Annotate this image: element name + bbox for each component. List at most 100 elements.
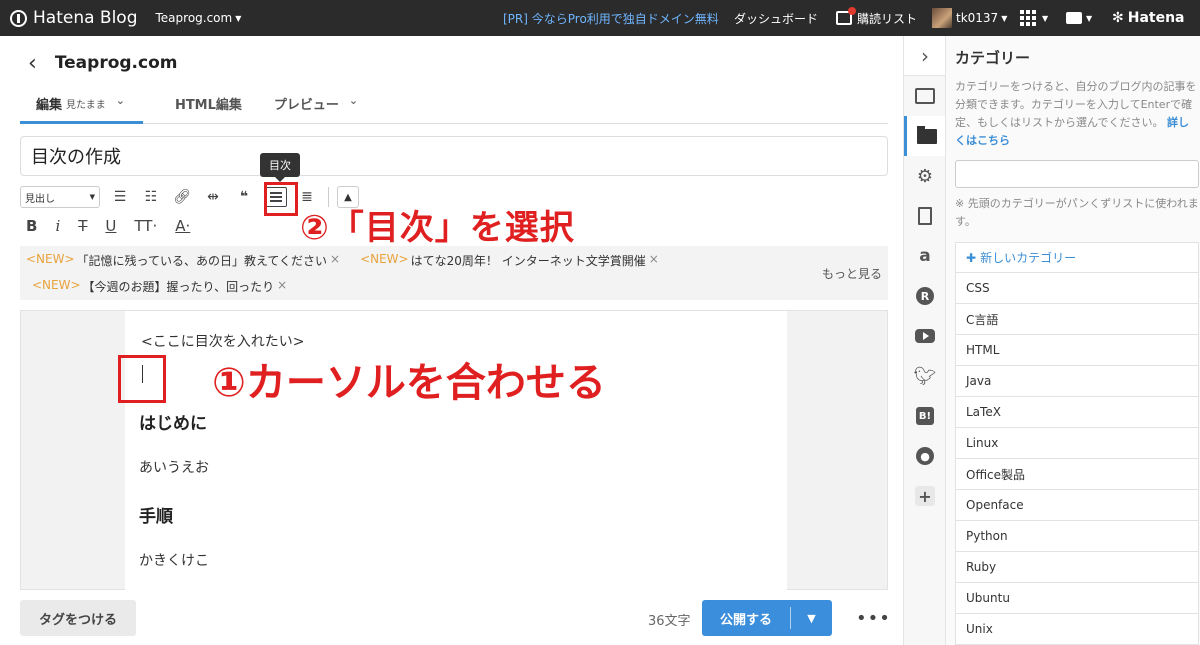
title-input[interactable]: 目次の作成: [20, 136, 888, 176]
format-toolbar-secondary: B i T U TT· A·: [20, 214, 202, 238]
tab-edit[interactable]: 編集 見たまま ⌄: [20, 88, 143, 124]
notice-item-3[interactable]: 【今週のお題】握ったり、回ったり: [83, 278, 275, 295]
notification-dot: [848, 7, 856, 15]
chevron-down-icon: ⌄: [348, 94, 359, 107]
hatena-blog-logo[interactable]: Hatena Blog: [10, 8, 138, 28]
bottom-bar: タグをつける 36文字 公開する ▼ •••: [20, 600, 891, 636]
category-item[interactable]: Ubuntu: [955, 583, 1199, 614]
editor-header: ‹ Teaprog.com: [20, 50, 177, 76]
plus-icon: ✚: [966, 250, 977, 265]
tab-html[interactable]: HTML編集: [175, 88, 242, 124]
category-item[interactable]: Python: [955, 521, 1199, 552]
category-panel: カテゴリー カテゴリーをつけると、自分のブログ内の記事を分類できます。カテゴリー…: [945, 36, 1200, 645]
twitter-icon[interactable]: 🐦︎: [904, 356, 946, 396]
heading-select-value: 見出し: [25, 193, 55, 205]
hatena-blog-icon: [10, 9, 27, 27]
hatena-logo-text: Hatena: [1127, 10, 1185, 26]
caret-down-icon: ▼: [1042, 13, 1049, 23]
category-item[interactable]: Ruby: [955, 552, 1199, 583]
folder-icon[interactable]: [904, 116, 946, 156]
more-link[interactable]: もっと見る: [822, 265, 882, 282]
reader-link[interactable]: 購読リスト: [836, 7, 918, 27]
reader-icon: [836, 7, 856, 25]
category-item[interactable]: LaTeX: [955, 397, 1199, 428]
amazon-icon[interactable]: a: [904, 236, 946, 276]
tab-preview-label: プレビュー: [273, 98, 339, 113]
hatena-bookmark-icon[interactable]: B!: [904, 396, 946, 436]
rakuten-icon[interactable]: R: [904, 276, 946, 316]
comment-bubble-icon[interactable]: [1066, 12, 1082, 24]
global-header: Hatena Blog Teaprog.com ▼ [PR] 今ならPro利用で独…: [0, 0, 1200, 36]
user-menu[interactable]: tk0137 ▼: [932, 8, 1007, 28]
blog-switcher-label: Teaprog.com: [155, 11, 233, 25]
category-item[interactable]: Unix: [955, 614, 1199, 645]
notice-item-1[interactable]: 「記憶に残っている、あの日」教えてください: [77, 252, 327, 269]
blog-switcher[interactable]: Teaprog.com ▼: [156, 11, 242, 25]
heading-select[interactable]: 見出し ▼: [20, 186, 100, 208]
bullet-list-icon[interactable]: ☰: [109, 186, 131, 208]
chevron-down-icon[interactable]: ▼: [791, 612, 832, 625]
text-color-icon[interactable]: A·: [175, 217, 190, 235]
caret-down-icon: ▼: [1086, 13, 1093, 23]
toc-tooltip: 目次: [260, 153, 300, 182]
category-input[interactable]: [955, 160, 1199, 188]
publish-button[interactable]: 公開する ▼: [702, 600, 832, 636]
more-options-icon[interactable]: •••: [856, 608, 891, 629]
heading-intro: はじめに: [139, 414, 207, 434]
cursor-highlight-box: [118, 355, 166, 403]
paragraph-2: かきくけこ: [139, 553, 209, 569]
hatena-logo[interactable]: ✻ Hatena: [1112, 10, 1185, 26]
horizontal-rule-icon[interactable]: ⇹: [202, 186, 224, 208]
dashboard-link[interactable]: ダッシュボード: [734, 10, 818, 27]
gear-icon[interactable]: ⚙: [904, 156, 946, 196]
caret-down-icon: ▼: [1001, 13, 1008, 23]
category-list: ✚ 新しいカテゴリー CSS C言語 HTML Java LaTeX Linux…: [955, 242, 1199, 645]
tab-preview[interactable]: プレビュー ⌄: [274, 88, 358, 124]
bold-icon[interactable]: B: [26, 217, 37, 235]
category-item[interactable]: C言語: [955, 304, 1199, 335]
category-item[interactable]: Java: [955, 366, 1199, 397]
add-tag-button[interactable]: タグをつける: [20, 600, 136, 636]
image-icon[interactable]: [904, 76, 946, 116]
char-count: 36文字: [648, 614, 691, 629]
side-rail: › ⚙ a R 🐦︎ B! ● +: [903, 36, 946, 645]
edit-mode-label: 見たまま: [66, 100, 106, 111]
document-icon[interactable]: [904, 196, 946, 236]
annotation-step2: ②「目次」を選択: [300, 208, 575, 248]
annotation-step1: ①カーソルを合わせる: [212, 360, 606, 406]
category-item[interactable]: Openface: [955, 490, 1199, 521]
apps-grid-icon[interactable]: [1020, 10, 1036, 26]
back-arrow-icon[interactable]: ‹: [28, 51, 37, 76]
strikethrough-icon[interactable]: T: [78, 217, 87, 235]
github-icon[interactable]: ●: [904, 436, 946, 476]
notice-item-2[interactable]: はてな20周年！ インターネット文学賞開催: [411, 252, 646, 269]
caret-down-icon: ▼: [89, 193, 95, 201]
close-icon[interactable]: ×: [649, 252, 659, 269]
collapse-panel-icon[interactable]: ›: [904, 36, 946, 76]
category-item[interactable]: Linux: [955, 428, 1199, 459]
placeholder-line: <ここに目次を入れたい>: [141, 334, 305, 350]
pr-link[interactable]: [PR] 今ならPro利用で独自ドメイン無料: [503, 10, 719, 27]
new-tag: <NEW>: [360, 252, 409, 266]
panel-title: カテゴリー: [955, 49, 1031, 67]
chevron-down-icon: ⌄: [115, 94, 125, 107]
new-category-button[interactable]: ✚ 新しいカテゴリー: [955, 242, 1199, 273]
add-plugin-icon[interactable]: +: [904, 476, 946, 516]
category-item[interactable]: HTML: [955, 335, 1199, 366]
youtube-icon[interactable]: [904, 316, 946, 356]
close-icon[interactable]: ×: [277, 278, 287, 295]
close-icon[interactable]: ×: [330, 252, 340, 269]
blog-title[interactable]: Teaprog.com: [55, 53, 178, 73]
publish-label: 公開する: [719, 612, 772, 628]
underline-icon[interactable]: U: [105, 217, 116, 235]
link-icon[interactable]: 🔗︎: [171, 186, 193, 208]
category-item[interactable]: Office製品: [955, 459, 1199, 490]
category-item[interactable]: CSS: [955, 273, 1199, 304]
reader-label: 購読リスト: [857, 11, 918, 26]
numbered-list-icon[interactable]: ☷: [140, 186, 162, 208]
italic-icon[interactable]: i: [55, 217, 60, 235]
font-size-icon[interactable]: TT·: [134, 217, 157, 235]
quote-icon[interactable]: ❝: [233, 186, 255, 208]
tab-edit-label: 編集: [36, 98, 63, 113]
heading-steps: 手順: [139, 507, 173, 527]
